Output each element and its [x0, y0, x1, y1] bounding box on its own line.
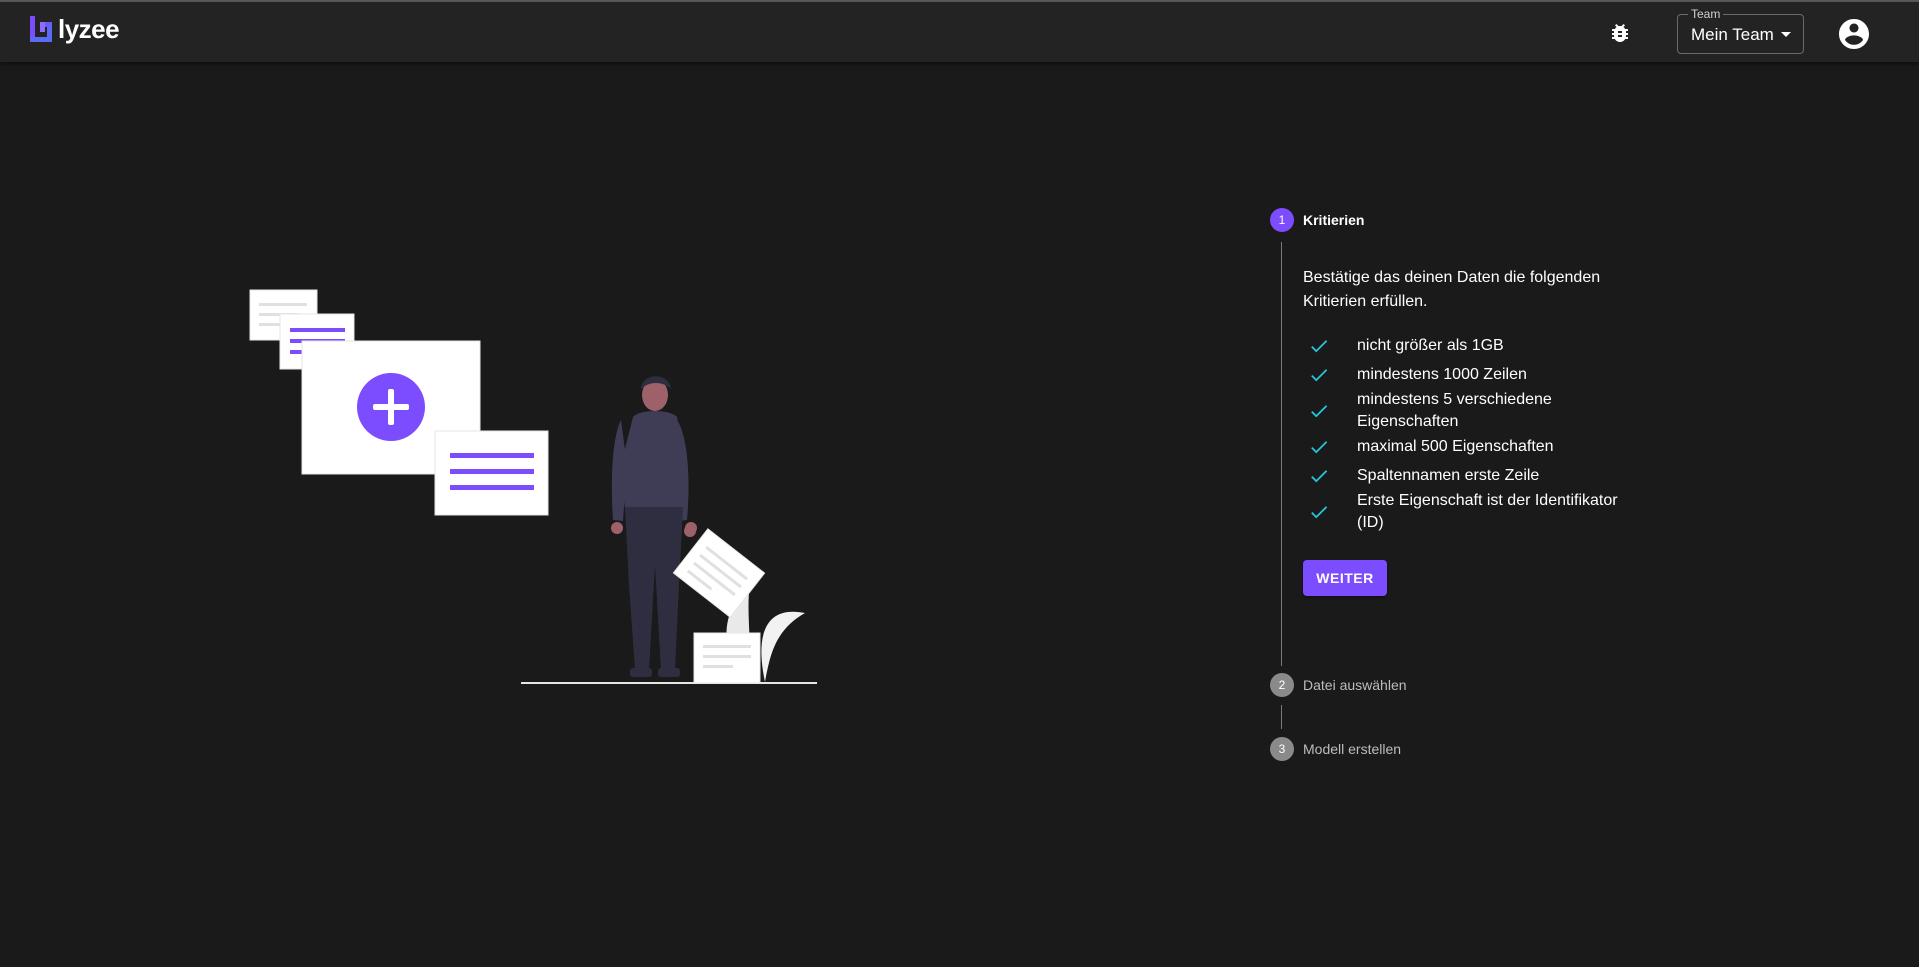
logo[interactable]: lyzee [28, 12, 120, 46]
check-icon [1311, 469, 1328, 483]
criteria-text: maximal 500 Eigenschaften [1357, 438, 1554, 456]
caret-down-icon [1781, 32, 1791, 37]
criteria-text: nicht größer als 1GB [1357, 337, 1504, 355]
criteria-item: Spaltennamen erste Zeile [1303, 462, 1663, 491]
criteria-text: mindestens 1000 Zeilen [1357, 365, 1527, 383]
criteria-list: nicht größer als 1GB mindestens 1000 Zei… [1303, 332, 1663, 534]
criteria-item: mindestens 5 verschiedene Eigenschaften [1303, 389, 1663, 433]
criteria-item: maximal 500 Eigenschaften [1303, 433, 1663, 462]
team-select-value: Mein Team [1691, 25, 1774, 44]
criteria-item: nicht größer als 1GB [1303, 332, 1663, 361]
step-1-content: Bestätige das deinen Daten die folgenden… [1303, 266, 1663, 596]
check-icon [1311, 368, 1328, 382]
step-1-label: Kritierien [1303, 212, 1365, 228]
team-select-label: Team [1688, 7, 1724, 21]
step-connector [1281, 242, 1282, 666]
logo-text: lyzee [58, 13, 120, 44]
upload-illustration [249, 289, 817, 684]
check-icon [1311, 506, 1328, 519]
criteria-item: Erste Eigenschaft ist der Identifikator … [1303, 490, 1663, 534]
account-circle-icon [1839, 19, 1869, 49]
criteria-intro: Bestätige das deinen Daten die folgenden… [1303, 269, 1601, 310]
account-button[interactable] [1836, 16, 1872, 52]
bug-report-button[interactable] [1600, 16, 1640, 50]
check-icon [1311, 441, 1328, 454]
step-1[interactable]: 1 Kritierien [1270, 208, 1364, 232]
check-icon [1311, 405, 1328, 418]
criteria-text: mindestens 5 verschiedene Eigenschaften [1357, 391, 1552, 430]
step-3-number: 3 [1270, 737, 1294, 761]
next-button[interactable]: WEITER [1303, 560, 1387, 596]
step-2-number: 2 [1270, 673, 1294, 697]
criteria-text: Spaltennamen erste Zeile [1357, 466, 1540, 484]
step-connector [1281, 705, 1282, 729]
step-1-number: 1 [1270, 208, 1294, 232]
check-icon [1311, 340, 1328, 353]
step-2[interactable]: 2 Datei auswählen [1270, 673, 1407, 697]
step-3-label: Modell erstellen [1303, 741, 1402, 757]
app-bar: lyzee Team Mein Team [0, 2, 1919, 62]
criteria-item: mindestens 1000 Zeilen [1303, 361, 1663, 390]
step-3[interactable]: 3 Modell erstellen [1270, 737, 1401, 761]
step-2-label: Datei auswählen [1303, 677, 1407, 693]
criteria-text: Erste Eigenschaft ist der Identifikator … [1357, 492, 1618, 531]
logo-icon [30, 16, 52, 42]
bug-icon [1612, 24, 1628, 42]
team-select[interactable]: Team Mein Team [1677, 7, 1804, 54]
